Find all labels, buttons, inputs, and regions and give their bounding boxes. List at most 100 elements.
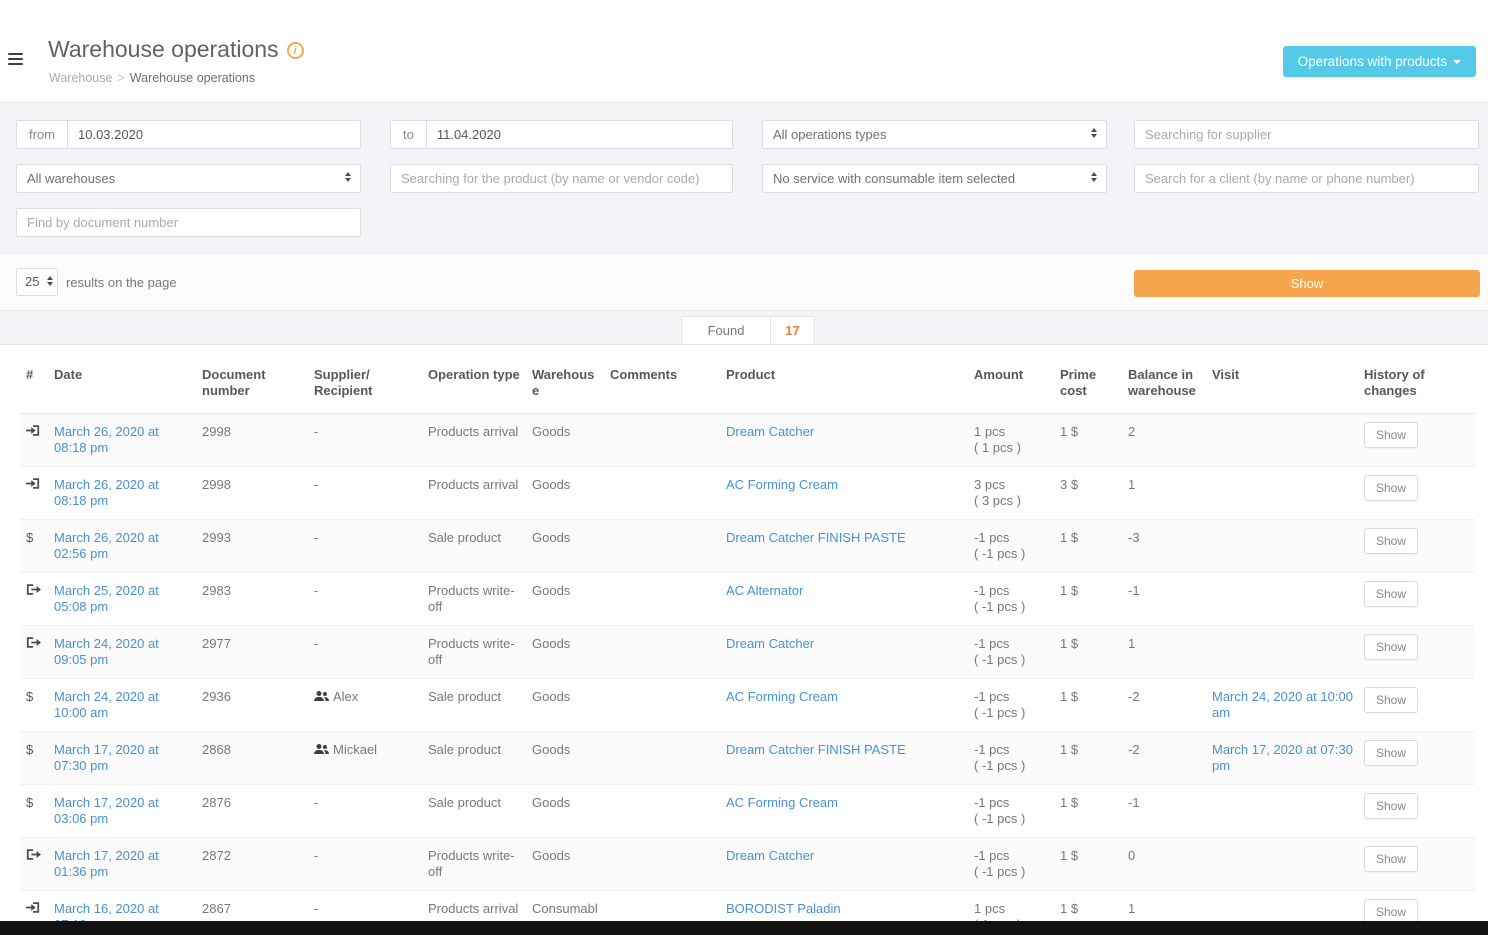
date-cell: March 26, 2020 at 02:56 pm (54, 520, 202, 572)
product-link[interactable]: Dream Catcher (726, 848, 814, 863)
date-to-group: to (390, 120, 733, 149)
product-link[interactable]: Dream Catcher (726, 424, 814, 439)
supplier-search-input[interactable] (1134, 120, 1479, 149)
date-cell: March 26, 2020 at 08:18 pm (54, 414, 202, 466)
prime-cost-cell: 1 $ (1060, 785, 1128, 837)
amount-cell: -1 pcs( -1 pcs ) (974, 732, 1060, 784)
document-number-cell: 2993 (202, 520, 314, 572)
prime-cost-cell: 1 $ (1060, 626, 1128, 678)
date-to-input[interactable] (426, 120, 733, 149)
operation-icon-cell (20, 414, 54, 466)
table-row: March 24, 2020 at 09:05 pm2977-Products … (20, 626, 1475, 679)
supplier-cell: - (314, 414, 428, 466)
client-search-input[interactable] (1134, 164, 1479, 193)
amount-cell: 3 pcs( 3 pcs ) (974, 467, 1060, 519)
amount-cell: -1 pcs( -1 pcs ) (974, 520, 1060, 572)
operation-date-link[interactable]: March 17, 2020 at 07:30 pm (54, 742, 159, 773)
product-link[interactable]: AC Forming Cream (726, 477, 838, 492)
col-header-supplier: Supplier/ Recipient (314, 355, 428, 413)
history-show-button[interactable]: Show (1364, 581, 1418, 607)
operation-date-link[interactable]: March 26, 2020 at 02:56 pm (54, 530, 159, 561)
product-cell: AC Forming Cream (726, 679, 974, 731)
visit-link[interactable]: March 24, 2020 at 10:00 am (1212, 689, 1353, 720)
dollar-icon: $ (26, 795, 33, 810)
amount-cell: -1 pcs( -1 pcs ) (974, 838, 1060, 890)
operation-date-link[interactable]: March 26, 2020 at 08:18 pm (54, 424, 159, 455)
visit-cell: March 24, 2020 at 10:00 am (1212, 679, 1364, 731)
show-results-button[interactable]: Show (1134, 270, 1480, 297)
visit-cell (1212, 467, 1364, 519)
operation-date-link[interactable]: March 25, 2020 at 05:08 pm (54, 583, 159, 614)
product-cell: Dream Catcher FINISH PASTE (726, 520, 974, 572)
prime-cost-cell: 1 $ (1060, 520, 1128, 572)
operations-with-products-button[interactable]: Operations with products (1283, 46, 1476, 77)
table-row: March 25, 2020 at 05:08 pm2983-Products … (20, 573, 1475, 626)
history-show-button[interactable]: Show (1364, 687, 1418, 713)
product-link[interactable]: AC Alternator (726, 583, 803, 598)
table-row: March 26, 2020 at 08:18 pm2998-Products … (20, 467, 1475, 520)
warehouse-cell: Goods (532, 414, 610, 466)
operation-type-cell: Products arrival (428, 467, 532, 519)
operation-date-link[interactable]: March 24, 2020 at 10:00 am (54, 689, 159, 720)
col-header-history: History of changes (1364, 355, 1475, 413)
history-show-button[interactable]: Show (1364, 793, 1418, 819)
warehouse-cell: Goods (532, 467, 610, 519)
sign-out-icon (26, 848, 41, 861)
breadcrumb-warehouse-link[interactable]: Warehouse (49, 71, 112, 85)
product-link[interactable]: BORODIST Paladin (726, 901, 841, 916)
supplier-cell: - (314, 838, 428, 890)
results-bar: 25 results on the page Show (0, 253, 1488, 311)
prime-cost-cell: 3 $ (1060, 467, 1128, 519)
document-number-input[interactable] (16, 208, 361, 237)
history-show-button[interactable]: Show (1364, 740, 1418, 766)
history-show-button[interactable]: Show (1364, 634, 1418, 660)
history-cell: Show (1364, 414, 1475, 466)
date-from-input[interactable] (67, 120, 361, 149)
table-row: $March 17, 2020 at 07:30 pm2868MickaelSa… (20, 732, 1475, 785)
product-link[interactable]: Dream Catcher FINISH PASTE (726, 742, 906, 757)
product-link[interactable]: AC Forming Cream (726, 689, 838, 704)
amount-cell: -1 pcs( -1 pcs ) (974, 679, 1060, 731)
sign-in-icon (26, 901, 40, 914)
operation-date-link[interactable]: March 26, 2020 at 08:18 pm (54, 477, 159, 508)
visit-link[interactable]: March 17, 2020 at 07:30 pm (1212, 742, 1353, 773)
history-show-button[interactable]: Show (1364, 528, 1418, 554)
amount-cell: -1 pcs( -1 pcs ) (974, 785, 1060, 837)
operation-date-link[interactable]: March 24, 2020 at 09:05 pm (54, 636, 159, 667)
warehouses-select[interactable]: All warehouses (16, 164, 361, 193)
history-show-button[interactable]: Show (1364, 422, 1418, 448)
product-search-input[interactable] (390, 164, 733, 193)
history-show-button[interactable]: Show (1364, 475, 1418, 501)
supplier-cell: - (314, 626, 428, 678)
select-arrows-icon (345, 172, 351, 182)
operation-type-cell: Sale product (428, 732, 532, 784)
chevron-down-icon (1453, 60, 1461, 64)
table-row: $March 24, 2020 at 10:00 am2936AlexSale … (20, 679, 1475, 732)
operation-type-cell: Sale product (428, 679, 532, 731)
product-link[interactable]: Dream Catcher FINISH PASTE (726, 530, 906, 545)
info-icon[interactable]: i (287, 42, 304, 59)
operations-table: # Date Document number Supplier/ Recipie… (20, 355, 1475, 935)
product-link[interactable]: Dream Catcher (726, 636, 814, 651)
found-tab-label[interactable]: Found (681, 316, 770, 345)
table-row: $March 17, 2020 at 03:06 pm2876-Sale pro… (20, 785, 1475, 838)
operations-type-select[interactable]: All operations types (762, 120, 1107, 149)
operation-type-cell: Sale product (428, 520, 532, 572)
col-header-comments: Comments (610, 355, 726, 413)
comments-cell (610, 520, 726, 572)
per-page-select[interactable]: 25 (16, 268, 58, 296)
date-cell: March 25, 2020 at 05:08 pm (54, 573, 202, 625)
document-number-cell: 2872 (202, 838, 314, 890)
amount-cell: 1 pcs( 1 pcs ) (974, 414, 1060, 466)
table-body: March 26, 2020 at 08:18 pm2998-Products … (20, 414, 1475, 935)
product-link[interactable]: AC Forming Cream (726, 795, 838, 810)
page-header: Warehouse operationsi Warehouse>Warehous… (0, 0, 1488, 103)
history-cell: Show (1364, 679, 1475, 731)
operation-date-link[interactable]: March 17, 2020 at 01:36 pm (54, 848, 159, 879)
found-tab[interactable]: Found 17 (681, 316, 815, 345)
service-consumable-select[interactable]: No service with consumable item selected (762, 164, 1107, 193)
hamburger-menu-icon[interactable] (8, 53, 23, 66)
history-show-button[interactable]: Show (1364, 846, 1418, 872)
operation-date-link[interactable]: March 17, 2020 at 03:06 pm (54, 795, 159, 826)
document-number-cell: 2983 (202, 573, 314, 625)
